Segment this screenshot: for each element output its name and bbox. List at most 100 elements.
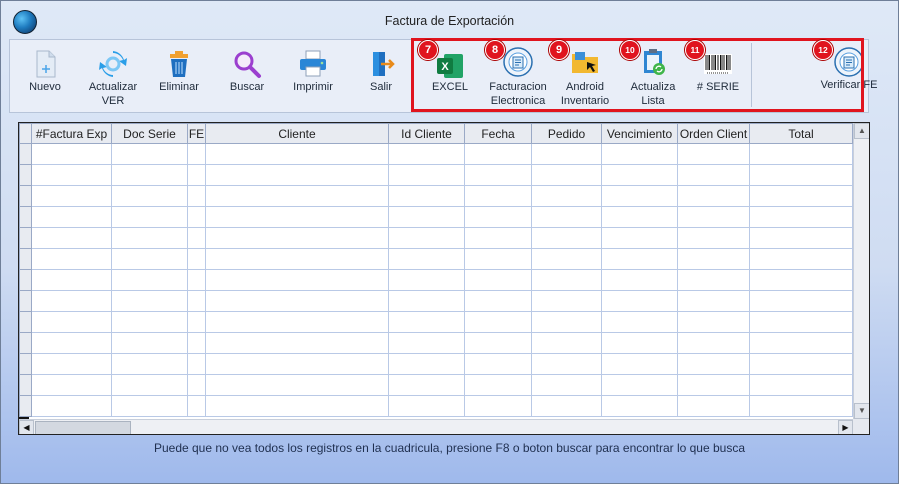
table-cell[interactable] (205, 206, 389, 228)
exit-button[interactable]: Salir (346, 40, 416, 112)
table-cell[interactable] (749, 248, 853, 270)
table-cell[interactable] (531, 248, 602, 270)
table-cell[interactable] (111, 311, 188, 333)
table-cell[interactable] (464, 395, 532, 417)
print-button[interactable]: Imprimir (278, 40, 348, 112)
table-cell[interactable] (205, 311, 389, 333)
table-cell[interactable] (31, 248, 112, 270)
table-cell[interactable] (749, 290, 853, 312)
table-cell[interactable] (187, 143, 206, 165)
table-cell[interactable] (31, 164, 112, 186)
table-cell[interactable] (388, 395, 465, 417)
table-cell[interactable] (531, 143, 602, 165)
table-cell[interactable] (111, 248, 188, 270)
table-cell[interactable] (531, 290, 602, 312)
table-cell[interactable] (601, 374, 678, 396)
column-header[interactable]: Doc Serie (111, 123, 188, 144)
column-header[interactable]: Total (749, 123, 853, 144)
horizontal-scrollbar[interactable]: ◀ ▶ (19, 419, 853, 434)
table-cell[interactable] (749, 227, 853, 249)
row-selector[interactable] (19, 311, 32, 333)
column-header[interactable]: Fecha (464, 123, 532, 144)
table-cell[interactable] (31, 206, 112, 228)
table-cell[interactable] (388, 311, 465, 333)
table-cell[interactable] (31, 395, 112, 417)
table-cell[interactable] (749, 269, 853, 291)
table-cell[interactable] (111, 332, 188, 354)
table-cell[interactable] (601, 332, 678, 354)
table-row[interactable] (19, 227, 853, 249)
table-cell[interactable] (464, 227, 532, 249)
column-header[interactable]: Pedido (531, 123, 602, 144)
table-row[interactable] (19, 374, 853, 396)
table-cell[interactable] (388, 332, 465, 354)
scroll-up-icon[interactable]: ▲ (854, 123, 869, 139)
table-cell[interactable] (464, 248, 532, 270)
row-selector[interactable] (19, 269, 32, 291)
table-cell[interactable] (388, 353, 465, 375)
table-cell[interactable] (677, 269, 750, 291)
table-cell[interactable] (187, 290, 206, 312)
table-cell[interactable] (205, 248, 389, 270)
table-cell[interactable] (111, 269, 188, 291)
scroll-left-icon[interactable]: ◀ (19, 420, 34, 434)
table-cell[interactable] (205, 227, 389, 249)
table-cell[interactable] (187, 311, 206, 333)
table-cell[interactable] (531, 311, 602, 333)
table-cell[interactable] (531, 269, 602, 291)
table-cell[interactable] (749, 185, 853, 207)
table-cell[interactable] (111, 227, 188, 249)
vertical-scrollbar[interactable]: ▲ ▼ (853, 123, 869, 419)
invoice-grid[interactable]: #Factura Exp Doc Serie FE Cliente Id Cli… (18, 122, 870, 435)
scroll-down-icon[interactable]: ▼ (854, 403, 869, 419)
table-row[interactable] (19, 206, 853, 228)
new-button[interactable]: Nuevo (10, 40, 80, 112)
table-cell[interactable] (31, 185, 112, 207)
row-selector[interactable] (19, 227, 32, 249)
column-header[interactable]: Vencimiento (601, 123, 678, 144)
table-cell[interactable] (205, 290, 389, 312)
table-cell[interactable] (388, 248, 465, 270)
table-cell[interactable] (187, 395, 206, 417)
table-cell[interactable] (464, 185, 532, 207)
table-cell[interactable] (677, 332, 750, 354)
column-header[interactable]: FE (187, 123, 206, 144)
delete-button[interactable]: Eliminar (144, 40, 214, 112)
table-cell[interactable] (601, 164, 678, 186)
table-cell[interactable] (205, 269, 389, 291)
table-cell[interactable] (205, 374, 389, 396)
row-selector[interactable] (19, 395, 32, 417)
table-cell[interactable] (531, 185, 602, 207)
table-cell[interactable] (187, 269, 206, 291)
table-row[interactable] (19, 164, 853, 186)
row-selector[interactable] (19, 164, 32, 186)
table-row[interactable] (19, 311, 853, 333)
column-header[interactable]: Cliente (205, 123, 389, 144)
table-cell[interactable] (205, 185, 389, 207)
table-cell[interactable] (601, 248, 678, 270)
table-cell[interactable] (31, 332, 112, 354)
table-cell[interactable] (388, 227, 465, 249)
table-cell[interactable] (388, 206, 465, 228)
table-cell[interactable] (111, 290, 188, 312)
table-cell[interactable] (205, 143, 389, 165)
table-cell[interactable] (31, 374, 112, 396)
table-cell[interactable] (677, 164, 750, 186)
table-cell[interactable] (601, 311, 678, 333)
table-cell[interactable] (677, 227, 750, 249)
table-cell[interactable] (749, 206, 853, 228)
table-cell[interactable] (187, 164, 206, 186)
table-row[interactable] (19, 248, 853, 270)
column-header[interactable]: Id Cliente (388, 123, 465, 144)
table-cell[interactable] (388, 269, 465, 291)
horizontal-scroll-thumb[interactable] (35, 421, 131, 434)
search-button[interactable]: Buscar (212, 40, 282, 112)
row-selector[interactable] (19, 248, 32, 270)
scroll-right-icon[interactable]: ▶ (838, 420, 853, 434)
table-cell[interactable] (601, 143, 678, 165)
column-header[interactable]: #Factura Exp (31, 123, 112, 144)
table-cell[interactable] (31, 269, 112, 291)
table-cell[interactable] (187, 185, 206, 207)
table-cell[interactable] (749, 332, 853, 354)
table-cell[interactable] (677, 353, 750, 375)
